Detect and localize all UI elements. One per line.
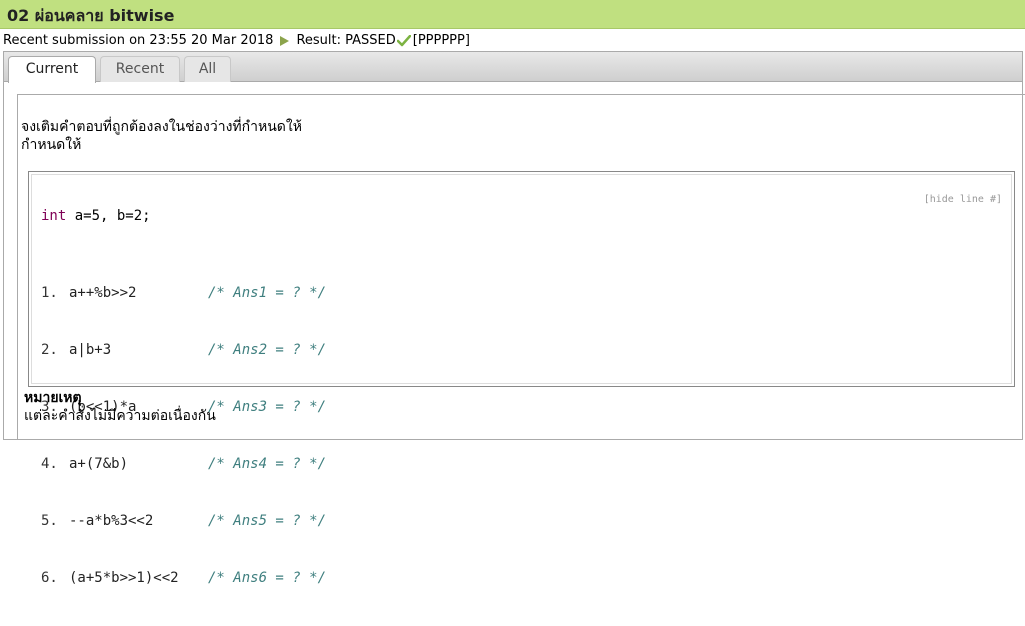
code-expression: a|b+3 [69,342,112,358]
code-line: 5. --a*b%3<<2 /* Ans5 = ? */ [41,512,326,531]
code-line-number: 6. [41,570,58,586]
code-declaration-rest: a=5, b=2; [66,208,151,224]
code-line-number: 5. [41,513,58,529]
code-keyword: int [41,208,67,224]
code-comment: /* Ans5 = ? */ [208,513,327,529]
note: หมายเหตุ แต่ละคำสั่งไม่มีความต่อเนื่องกั… [24,389,216,425]
code-comment: /* Ans2 = ? */ [208,342,327,358]
instructions: จงเติมคำตอบที่ถูกต้องลงในช่องว่างที่กำหน… [21,118,302,154]
code-comment: /* Ans4 = ? */ [208,456,327,472]
result-label: Result: PASSED [296,33,396,48]
code-comment: /* Ans6 = ? */ [208,570,327,586]
code-declaration: int a=5, b=2; [41,208,151,224]
code-line: 4. a+(7&b) /* Ans4 = ? */ [41,455,326,474]
code-expression: (a+5*b>>1)<<2 [69,570,179,586]
flag-icon [280,35,290,46]
title-bar: 02 ผ่อนคลาย bitwise [0,0,1025,29]
code-line: 2. a|b+3 /* Ans2 = ? */ [41,341,326,360]
note-text: แต่ละคำสั่งไม่มีความต่อเนื่องกัน [24,408,216,424]
code-line-number: 1. [41,285,58,301]
submission-line: Recent submission on 23:55 20 Mar 2018 R… [3,33,470,48]
submission-time: Recent submission on 23:55 20 Mar 2018 [3,33,274,48]
note-title: หมายเหตุ [24,390,82,406]
hide-line-link[interactable]: [hide line #] [924,194,1002,205]
tab-strip: Current Recent All [4,52,1022,83]
code-line-number: 2. [41,342,58,358]
code-expression: --a*b%3<<2 [69,513,154,529]
instructions-line-1: จงเติมคำตอบที่ถูกต้องลงในช่องว่างที่กำหน… [21,119,302,135]
code-lines: 1. a++%b>>2 /* Ans1 = ? */ 2. a|b+3 /* A… [41,246,326,626]
code-comment: /* Ans1 = ? */ [208,285,327,301]
check-icon [396,34,411,46]
tab-all[interactable]: All [184,56,231,82]
code-comment: /* Ans3 = ? */ [208,399,327,415]
code-expression: a+(7&b) [69,456,129,472]
result-detail: [PPPPPP] [412,33,470,48]
code-block: [hide line #] int a=5, b=2; 1. a++%b>>2 … [28,171,1015,586]
page-title: 02 ผ่อนคลาย bitwise [7,6,175,25]
code-expression: a++%b>>2 [69,285,137,301]
tab-recent[interactable]: Recent [100,56,180,82]
tab-current[interactable]: Current [8,56,96,83]
code-line-number: 4. [41,456,58,472]
instructions-line-2: กำหนดให้ [21,137,82,153]
code-line: 1. a++%b>>2 /* Ans1 = ? */ [41,284,326,303]
code-line: 6. (a+5*b>>1)<<2 /* Ans6 = ? */ [41,569,326,588]
